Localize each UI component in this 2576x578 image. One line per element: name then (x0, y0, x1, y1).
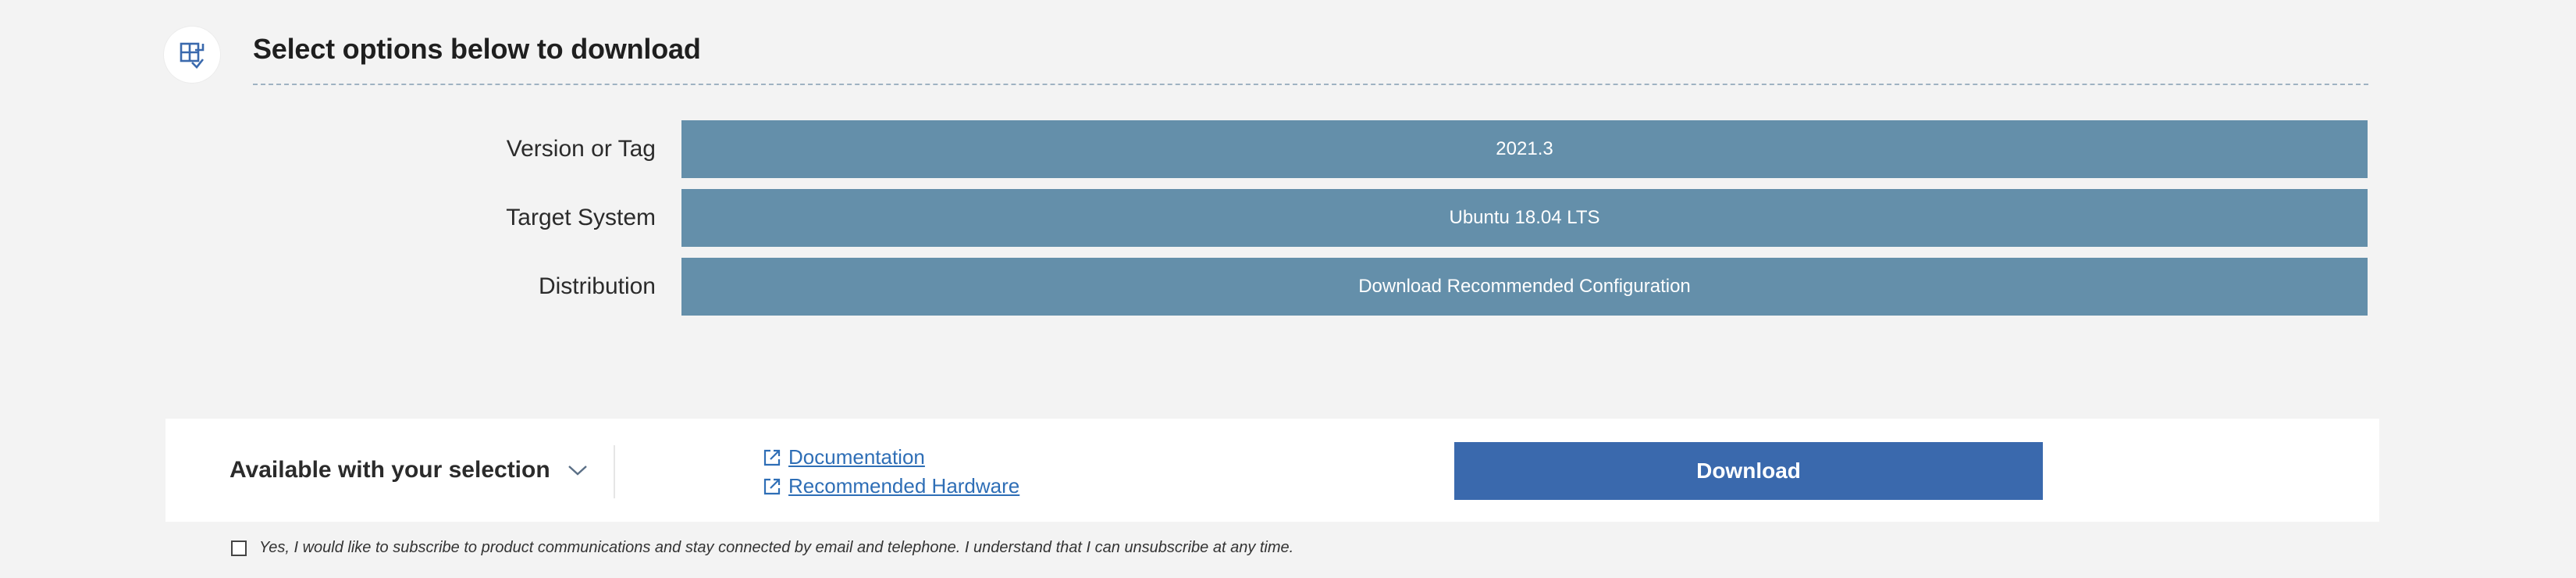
recommended-hardware-link-text: Recommended Hardware (788, 474, 1020, 498)
version-selector[interactable]: 2021.3 (681, 120, 2368, 178)
download-button[interactable]: Download (1454, 442, 2043, 500)
available-with-selection-toggle[interactable]: Available with your selection (229, 419, 588, 522)
available-with-selection-label: Available with your selection (229, 457, 550, 483)
external-link-icon (763, 478, 781, 495)
action-bar-divider (614, 445, 615, 498)
page-title: Select options below to download (253, 33, 701, 65)
recommended-hardware-link[interactable]: Recommended Hardware (763, 474, 1019, 498)
target-system-label: Target System (506, 205, 656, 230)
documentation-link-text: Documentation (788, 445, 925, 469)
consent-row: Yes, I would like to subscribe to produc… (231, 539, 1293, 557)
chevron-down-icon (568, 464, 588, 476)
title-divider (253, 84, 2368, 85)
documentation-link[interactable]: Documentation (763, 445, 1019, 469)
consent-text: Yes, I would like to subscribe to produc… (259, 539, 1294, 556)
resource-links: Documentation Recommended Hardware (763, 445, 1019, 498)
download-options-icon (164, 27, 220, 83)
version-label: Version or Tag (506, 136, 656, 162)
option-row-target-system: Target System Ubuntu 18.04 LTS (0, 189, 2373, 247)
target-system-selector[interactable]: Ubuntu 18.04 LTS (681, 189, 2368, 247)
action-bar: Available with your selection Documentat… (165, 419, 2379, 522)
external-link-icon (763, 449, 781, 466)
distribution-selector[interactable]: Download Recommended Configuration (681, 258, 2368, 316)
option-row-version: Version or Tag 2021.3 (0, 120, 2373, 178)
subscribe-checkbox[interactable] (231, 540, 247, 556)
option-row-distribution: Distribution Download Recommended Config… (0, 258, 2373, 316)
distribution-label: Distribution (538, 273, 656, 299)
